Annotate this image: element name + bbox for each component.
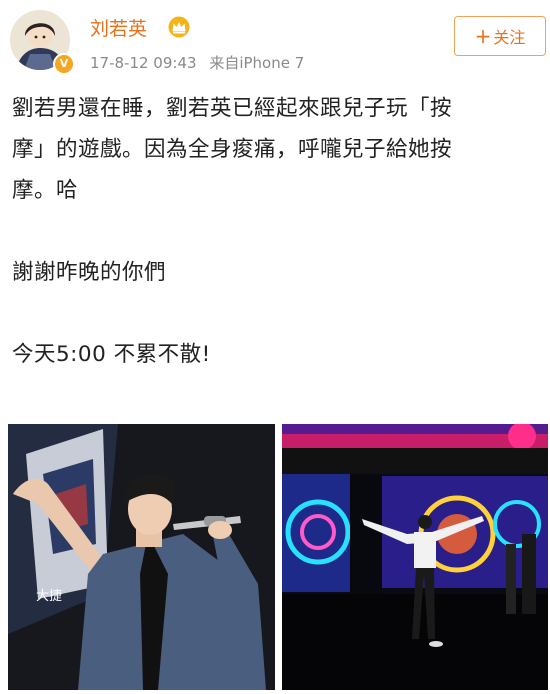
user-name[interactable]: 刘若英 — [90, 14, 147, 41]
stage-image — [282, 424, 548, 690]
post-line: 劉若男還在睡，劉若英已經起來跟兒子玩「按 — [12, 96, 453, 121]
verified-badge-icon: V — [53, 53, 75, 75]
post-photo-stage[interactable] — [282, 424, 548, 690]
post-line: 摩」的遊戲。因為全身痠痛，呼嚨兒子給她按 — [12, 137, 453, 162]
post-timestamp: 17-8-12 09:43 — [90, 54, 197, 72]
follow-button-label: 关注 — [493, 28, 526, 47]
crown-icon — [168, 16, 190, 38]
follow-button[interactable]: + 关注 — [454, 16, 546, 56]
post-line: 今天5:00 不累不散! — [12, 342, 211, 367]
post-source[interactable]: 来自iPhone 7 — [209, 54, 304, 72]
post-meta: 17-8-12 09:43 来自iPhone 7 — [90, 52, 304, 73]
post-photo-singer[interactable]: 大捷 — [8, 424, 275, 690]
post-text: 劉若男還在睡，劉若英已經起來跟兒子玩「按 摩」的遊戲。因為全身痠痛，呼嚨兒子給她… — [12, 88, 542, 457]
photo-watermark: 大捷 — [36, 589, 62, 604]
post-line: 謝謝昨晚的你們 — [12, 260, 167, 285]
post-line: 摩。哈 — [12, 178, 79, 203]
singer-image: 大捷 — [8, 424, 275, 690]
plus-icon: + — [474, 24, 492, 48]
